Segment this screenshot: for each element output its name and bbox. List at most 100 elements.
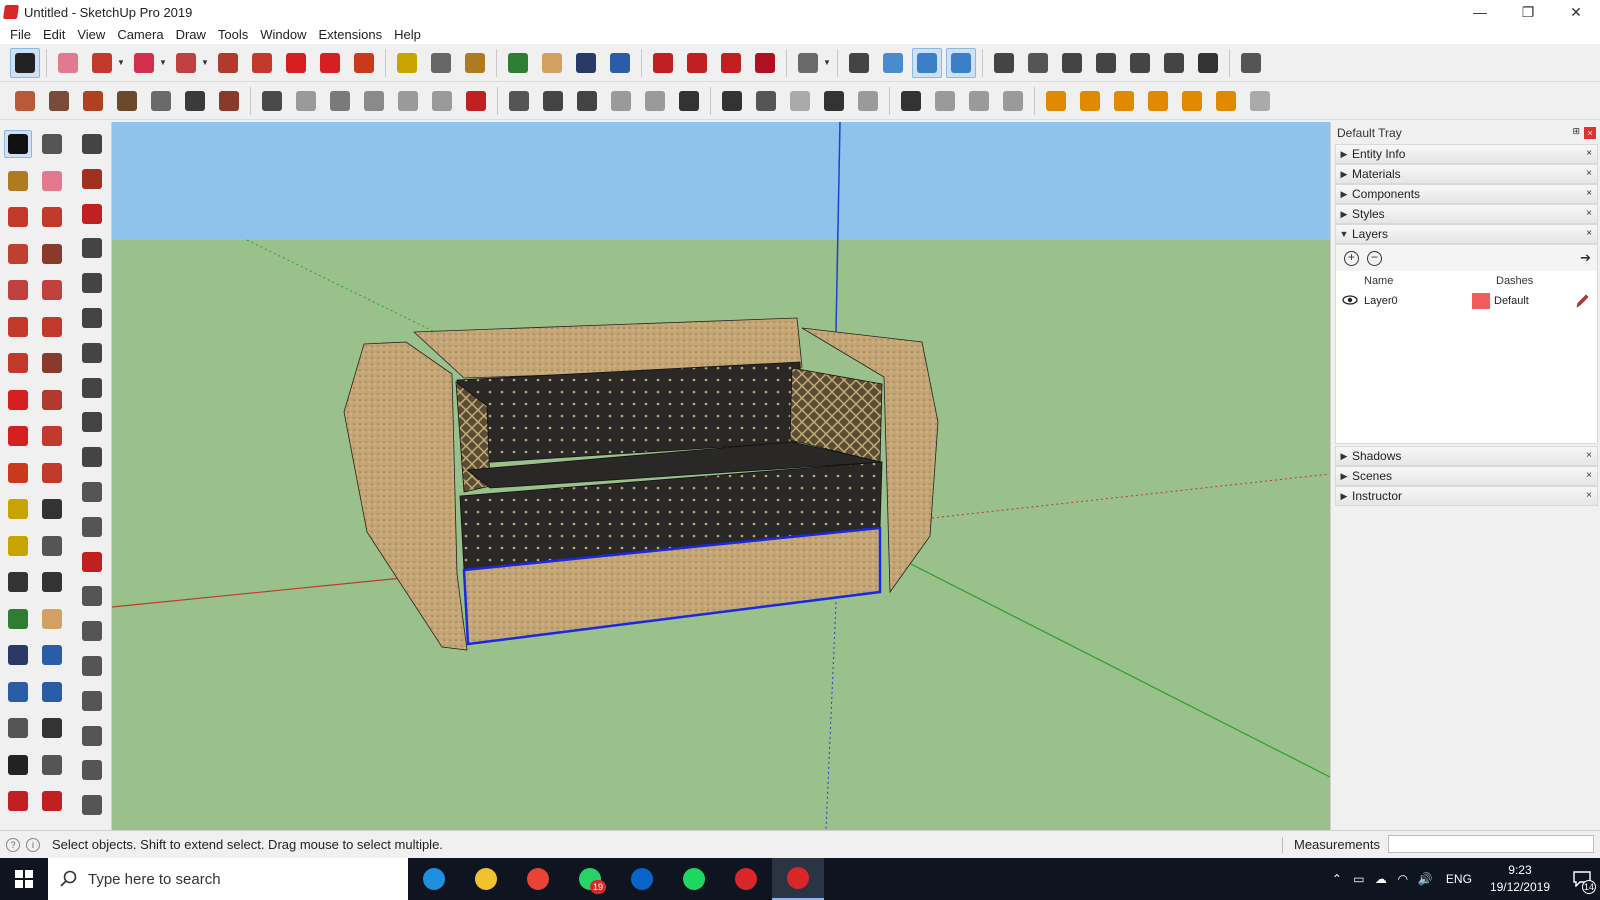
camera-plane-tool[interactable] bbox=[78, 513, 106, 541]
rectangle-tool[interactable] bbox=[4, 240, 32, 268]
drawing-viewport[interactable] bbox=[112, 122, 1330, 830]
flip-edge-tool[interactable] bbox=[78, 339, 106, 367]
flip-edge-tool[interactable] bbox=[214, 86, 244, 116]
zoom-extents-tool[interactable] bbox=[605, 48, 635, 78]
panel-close-icon[interactable]: × bbox=[1583, 490, 1595, 502]
drape-tool[interactable] bbox=[146, 86, 176, 116]
film-camera-tool[interactable] bbox=[78, 443, 106, 471]
geolocation-icon[interactable]: ? bbox=[6, 837, 20, 852]
tray-close-icon[interactable]: × bbox=[1584, 127, 1596, 139]
polygon-tool[interactable] bbox=[38, 276, 66, 304]
wireframe-tool[interactable] bbox=[1057, 48, 1087, 78]
x-ray-tool[interactable] bbox=[989, 48, 1019, 78]
volume-icon[interactable]: 🔊 bbox=[1414, 872, 1436, 886]
panel-close-icon[interactable]: × bbox=[1583, 168, 1595, 180]
menu-file[interactable]: File bbox=[4, 27, 37, 42]
eraser-tool[interactable] bbox=[38, 167, 66, 195]
menu-edit[interactable]: Edit bbox=[37, 27, 71, 42]
add-detail-tool[interactable] bbox=[78, 304, 106, 332]
camera-look-tool[interactable] bbox=[427, 86, 457, 116]
panel-close-icon[interactable]: × bbox=[1583, 450, 1595, 462]
rotate-tool[interactable] bbox=[4, 422, 32, 450]
push-pull-tool[interactable] bbox=[213, 48, 243, 78]
pin-icon[interactable]: ⊞ bbox=[1572, 126, 1580, 137]
film-camera-tool[interactable] bbox=[325, 86, 355, 116]
layout-send-tool[interactable] bbox=[896, 86, 926, 116]
col-name[interactable]: Name bbox=[1364, 275, 1393, 287]
taskbar-file-explorer[interactable] bbox=[460, 858, 512, 900]
layer-color-swatch[interactable] bbox=[1472, 293, 1490, 309]
menu-draw[interactable]: Draw bbox=[170, 27, 212, 42]
panel-materials[interactable]: ▶ Materials × bbox=[1335, 164, 1598, 184]
select-arrow-tool[interactable] bbox=[4, 130, 32, 158]
solid-union-tool[interactable] bbox=[78, 617, 106, 645]
freehand-arc-tool[interactable] bbox=[129, 48, 159, 78]
clear-camera-tool[interactable] bbox=[461, 86, 491, 116]
look-around-tool[interactable] bbox=[38, 714, 66, 742]
panel-scenes[interactable]: ▶ Scenes × bbox=[1335, 466, 1598, 486]
solid-subtract-tool[interactable] bbox=[78, 687, 106, 715]
tape-measure-tool[interactable] bbox=[4, 495, 32, 523]
pencil-line-tool[interactable] bbox=[87, 48, 117, 78]
eraser-tool[interactable] bbox=[53, 48, 83, 78]
solid-trim-tool[interactable] bbox=[78, 722, 106, 750]
rotated-rect-tool[interactable] bbox=[38, 240, 66, 268]
panel-close-icon[interactable]: × bbox=[1583, 470, 1595, 482]
two-point-arc-tool[interactable] bbox=[38, 313, 66, 341]
collapsed-triangle-icon[interactable]: ▶ bbox=[1336, 451, 1352, 462]
collapsed-triangle-icon[interactable]: ▶ bbox=[1336, 149, 1352, 160]
panel-shadows[interactable]: ▶ Shadows × bbox=[1335, 446, 1598, 466]
line-tool-tool[interactable] bbox=[4, 203, 32, 231]
section-plane-tool[interactable] bbox=[1236, 48, 1266, 78]
panel-close-icon[interactable]: × bbox=[1583, 148, 1595, 160]
language-indicator[interactable]: ENG bbox=[1446, 872, 1472, 886]
follow-me-tool[interactable] bbox=[38, 422, 66, 450]
sandbox-scratch-tool[interactable] bbox=[44, 86, 74, 116]
user-account-tool[interactable] bbox=[793, 48, 823, 78]
shaded-textures-tool[interactable] bbox=[1159, 48, 1189, 78]
protractor-tool[interactable] bbox=[4, 532, 32, 560]
axes-tool[interactable] bbox=[1143, 86, 1173, 116]
minimize-button[interactable]: — bbox=[1456, 0, 1504, 24]
back-edges-tool[interactable] bbox=[1023, 48, 1053, 78]
iso-view-tool[interactable] bbox=[878, 48, 908, 78]
zoom-extents-tool[interactable] bbox=[4, 678, 32, 706]
trimble-connect-tool[interactable] bbox=[853, 86, 883, 116]
smoove-tool[interactable] bbox=[78, 200, 106, 228]
solid-subtract-tool[interactable] bbox=[606, 86, 636, 116]
layer-row[interactable]: Layer0 Default bbox=[1336, 291, 1597, 311]
pencil-icon[interactable] bbox=[1575, 293, 1589, 309]
advanced-camera-tool[interactable] bbox=[78, 408, 106, 436]
warehouse-tool[interactable] bbox=[4, 787, 32, 815]
position-camera-tool[interactable] bbox=[844, 48, 874, 78]
extension-warehouse-tool[interactable] bbox=[38, 787, 66, 815]
circle-shape-tool[interactable] bbox=[171, 48, 201, 78]
sandbox-contours-tool[interactable] bbox=[78, 130, 106, 158]
fog-tool[interactable] bbox=[1211, 86, 1241, 116]
section-fill-tool[interactable] bbox=[964, 86, 994, 116]
camera-tool[interactable] bbox=[78, 374, 106, 402]
circle-tool[interactable] bbox=[4, 276, 32, 304]
move-tool[interactable] bbox=[4, 386, 32, 414]
zoom-tool[interactable] bbox=[4, 641, 32, 669]
sandbox-scratch-tool[interactable] bbox=[78, 165, 106, 193]
info-icon[interactable]: i bbox=[26, 837, 40, 852]
camera-plane-tool[interactable] bbox=[393, 86, 423, 116]
ruby-tool[interactable] bbox=[750, 48, 780, 78]
component-attributes-tool[interactable] bbox=[785, 86, 815, 116]
sandbox-contours-tool[interactable] bbox=[10, 86, 40, 116]
smoove-tool[interactable] bbox=[78, 86, 108, 116]
warehouse-tool[interactable] bbox=[648, 48, 678, 78]
menu-view[interactable]: View bbox=[71, 27, 111, 42]
stamp-tool[interactable] bbox=[78, 234, 106, 262]
layer-name[interactable]: Layer0 bbox=[1364, 295, 1398, 307]
scale-tool[interactable] bbox=[4, 459, 32, 487]
solid-tools-outer-tool[interactable] bbox=[504, 86, 534, 116]
panel-instructor[interactable]: ▶ Instructor × bbox=[1335, 486, 1598, 506]
collapsed-triangle-icon[interactable]: ▶ bbox=[1336, 471, 1352, 482]
zoom-window-tool[interactable] bbox=[38, 641, 66, 669]
menu-extensions[interactable]: Extensions bbox=[313, 27, 389, 42]
solid-split-tool[interactable] bbox=[674, 86, 704, 116]
dropdown-arrow-icon[interactable]: ▼ bbox=[117, 58, 125, 67]
sun-shadow-tool[interactable] bbox=[1177, 86, 1207, 116]
